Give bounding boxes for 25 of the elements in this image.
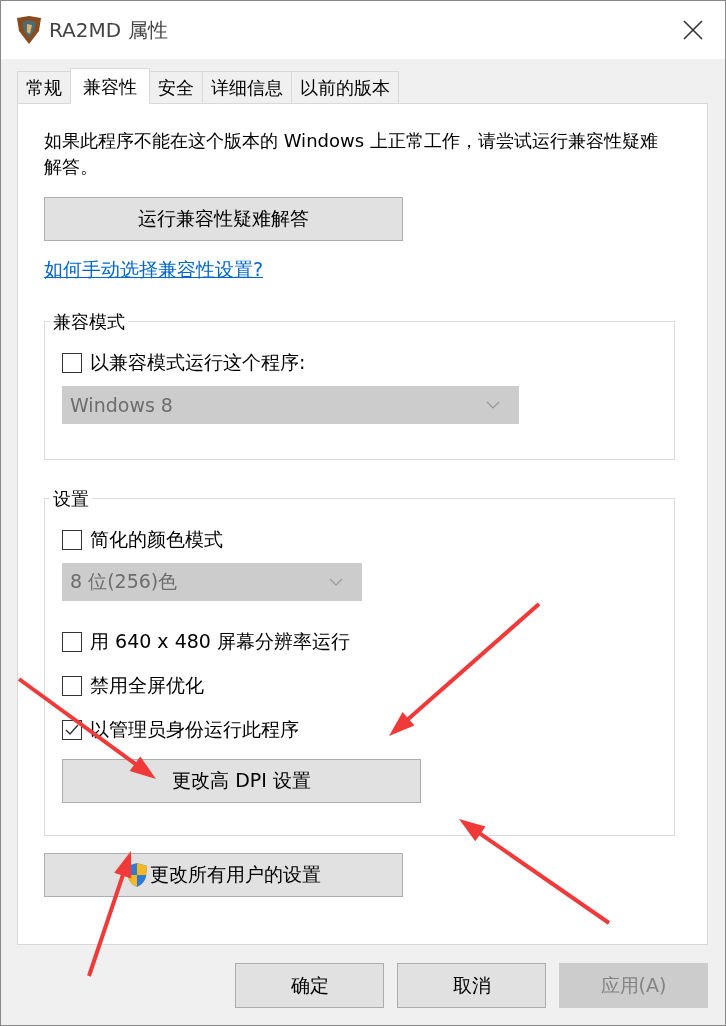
help-link[interactable]: 如何手动选择兼容性设置? — [44, 257, 264, 283]
checkbox-label[interactable]: 以兼容模式运行这个程序: — [90, 350, 306, 376]
app-icon — [15, 15, 43, 45]
checkbox-label[interactable]: 简化的颜色模式 — [90, 527, 223, 553]
checkbox-label[interactable]: 禁用全屏优化 — [90, 673, 204, 699]
checkbox[interactable] — [62, 530, 82, 550]
checkbox[interactable] — [62, 720, 82, 740]
tab[interactable]: 常规 — [17, 71, 71, 103]
chevron-down-icon — [486, 401, 500, 409]
dpi-settings-button[interactable]: 更改高 DPI 设置 — [62, 759, 421, 803]
close-icon[interactable] — [683, 20, 703, 40]
checkbox[interactable] — [62, 353, 82, 373]
troubleshoot-button[interactable]: 运行兼容性疑难解答 — [44, 197, 403, 241]
description-text: 如果此程序不能在这个版本的 Windows 上正常工作，请尝试运行兼容性疑难解答。 — [44, 129, 659, 179]
chevron-down-icon — [329, 578, 343, 586]
group-title: 兼容模式 — [50, 310, 128, 334]
tab[interactable]: 以前的版本 — [291, 71, 399, 103]
dialog-button[interactable]: 确定 — [235, 963, 384, 1008]
checkbox[interactable] — [62, 632, 82, 652]
all-users-button[interactable]: 更改所有用户的设置 — [44, 853, 403, 897]
tab[interactable]: 兼容性 — [70, 68, 150, 104]
checkbox-label[interactable]: 用 640 x 480 屏幕分辨率运行 — [90, 629, 350, 655]
dialog-button[interactable]: 取消 — [397, 963, 546, 1008]
checkbox[interactable] — [62, 676, 82, 696]
window-title: RA2MD 属性 — [49, 16, 168, 44]
